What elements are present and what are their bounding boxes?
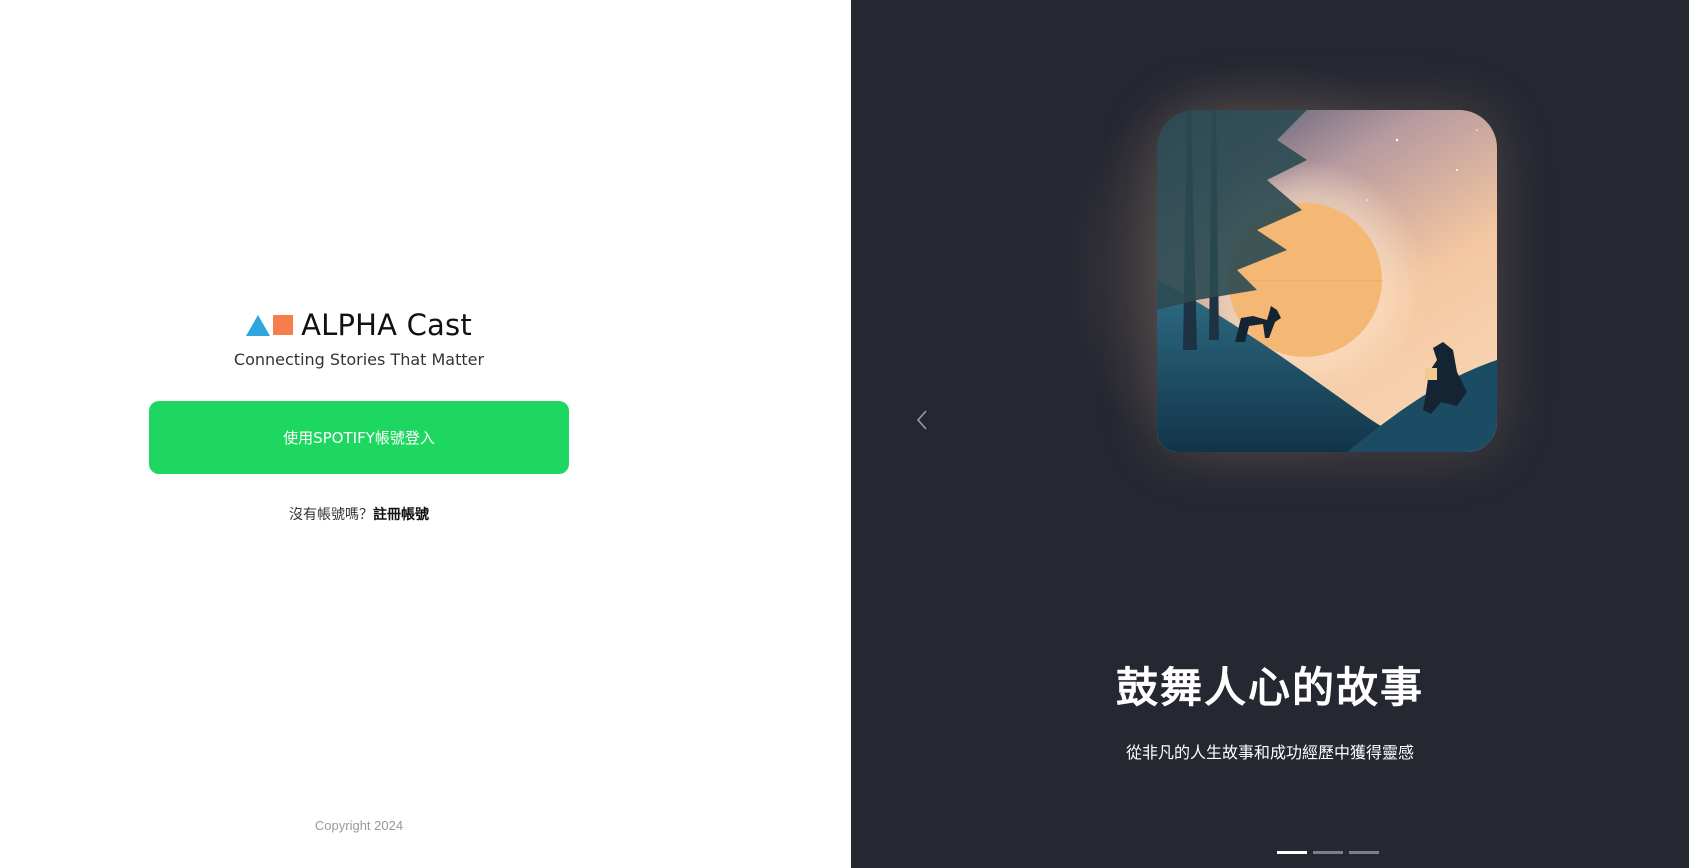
- login-page: ALPHA Cast Connecting Stories That Matte…: [0, 0, 1689, 868]
- brand-block: ALPHA Cast Connecting Stories That Matte…: [0, 308, 718, 369]
- carousel-dot[interactable]: [1313, 851, 1343, 854]
- login-panel: ALPHA Cast Connecting Stories That Matte…: [0, 0, 851, 868]
- signup-link[interactable]: 註冊帳號: [373, 507, 429, 523]
- slide-subtitle: 從非凡的人生故事和成功經歷中獲得靈感: [1125, 743, 1414, 762]
- copyright-text: Copyright 2024: [314, 818, 404, 833]
- triangle-logo-icon: [246, 314, 271, 336]
- slide-artwork: [1157, 110, 1497, 452]
- carousel-prev-button[interactable]: [910, 406, 934, 434]
- no-account-text: 沒有帳號嗎？: [289, 507, 373, 523]
- carousel-dot[interactable]: [1277, 851, 1307, 854]
- square-logo-icon: [273, 315, 294, 335]
- signup-prompt: 沒有帳號嗎？註冊帳號: [0, 504, 718, 524]
- brand-logo: ALPHA Cast: [246, 308, 472, 342]
- carousel-dot[interactable]: [1349, 851, 1379, 854]
- brand-name: ALPHA Cast: [301, 308, 472, 342]
- carousel-panel: 鼓舞人心的故事 從非凡的人生故事和成功經歷中獲得靈感: [851, 0, 1689, 868]
- spotify-login-button[interactable]: 使用SPOTIFY帳號登入: [149, 401, 569, 474]
- brand-tagline: Connecting Stories That Matter: [233, 350, 485, 369]
- slide-title: 鼓舞人心的故事: [1115, 663, 1424, 712]
- carousel-pagination: [1277, 851, 1379, 854]
- chevron-left-icon: [916, 410, 927, 430]
